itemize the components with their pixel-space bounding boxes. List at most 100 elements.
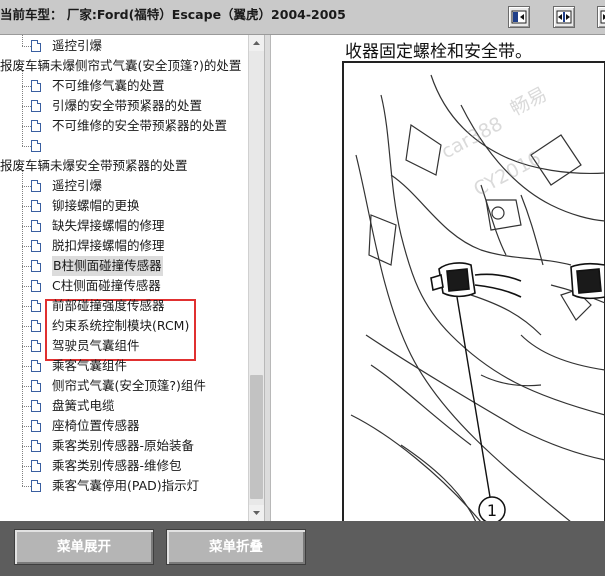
tree-item[interactable]: 遥控引爆: [0, 36, 248, 56]
tree-item[interactable]: 脱扣焊接螺帽的修理: [0, 236, 248, 256]
tree-item-label: 铆接螺帽的更换: [52, 198, 140, 213]
tree-connector: [22, 346, 31, 347]
collapse-menu-button[interactable]: 菜单折叠: [166, 529, 306, 565]
tree-connector: [22, 186, 31, 187]
tree-item[interactable]: [0, 136, 248, 156]
expand-right-icon: [600, 10, 605, 24]
tree-item[interactable]: 不可维修气囊的处置: [0, 76, 248, 96]
tree-item[interactable]: 不可维修的安全带预紧器的处置: [0, 116, 248, 136]
document-icon: [31, 400, 41, 412]
tree-item[interactable]: 盘簧式电缆: [0, 396, 248, 416]
tree-item[interactable]: B柱侧面碰撞传感器: [0, 256, 248, 276]
document-icon: [31, 220, 41, 232]
tree-item[interactable]: 乘客类别传感器-原始装备: [0, 436, 248, 456]
tree-item[interactable]: 铆接螺帽的更换: [0, 196, 248, 216]
split-view-icon: [556, 10, 572, 24]
tree-connector: [22, 146, 31, 147]
document-icon: [31, 140, 41, 152]
vehicle-title: 当前车型： 厂家:Ford(福特）Escape（翼虎）2004-2005: [0, 7, 346, 22]
tree-item[interactable]: 乘客气囊停用(PAD)指示灯: [0, 476, 248, 496]
document-icon: [31, 320, 41, 332]
document-icon: [31, 80, 41, 92]
tree-item[interactable]: 报废车辆未爆侧帘式气囊(安全顶篷?)的处置: [0, 56, 241, 76]
tree-connector: [22, 326, 31, 327]
diagram-pane: 收器固定螺栓和安全带。 1 畅易 car388 CY2016: [271, 35, 605, 521]
document-icon: [31, 40, 41, 52]
document-icon: [31, 420, 41, 432]
tree-connector: [22, 46, 31, 47]
tree-item[interactable]: 乘客类别传感器-维修包: [0, 456, 248, 476]
tree-item[interactable]: C柱侧面碰撞传感器: [0, 276, 248, 296]
tree-item-label: 遥控引爆: [52, 38, 103, 53]
tree-item-label: 缺失焊接螺帽的修理: [52, 218, 165, 233]
tree-connector: [22, 106, 31, 107]
tree-item-label: 不可维修的安全带预紧器的处置: [52, 118, 228, 133]
expand-right-button[interactable]: [597, 6, 605, 28]
tree-item[interactable]: 侧帘式气囊(安全顶篷?)组件: [0, 376, 248, 396]
tree-item[interactable]: 座椅位置传感器: [0, 416, 248, 436]
tree-connector: [22, 86, 31, 87]
scroll-down-button[interactable]: [249, 505, 264, 521]
tree-item[interactable]: 遥控引爆: [0, 176, 248, 196]
tree-connector: [22, 486, 31, 487]
tree-scrollbar[interactable]: [248, 35, 264, 521]
sensor-diagram: 1: [342, 61, 605, 521]
tree-item-label: 乘客类别传感器-维修包: [52, 458, 182, 473]
document-icon: [31, 240, 41, 252]
document-icon: [31, 120, 41, 132]
scrollbar-thumb[interactable]: [250, 375, 263, 499]
document-icon: [31, 200, 41, 212]
tree-item[interactable]: 前部碰撞强度传感器: [0, 296, 248, 316]
tree-connector: [22, 446, 31, 447]
scroll-up-button[interactable]: [249, 35, 264, 51]
document-icon: [31, 260, 41, 272]
tree-connector: [22, 366, 31, 367]
document-icon: [31, 460, 41, 472]
tree-connector: [22, 226, 31, 227]
tree-connector: [22, 246, 31, 247]
tree-connector: [22, 286, 31, 287]
tree-item[interactable]: 约束系统控制模块(RCM): [0, 316, 248, 336]
collapse-left-button[interactable]: [508, 6, 530, 28]
tree-item-label: 引爆的安全带预紧器的处置: [52, 98, 203, 113]
tree-item-label: 座椅位置传感器: [52, 418, 140, 433]
split-view-button[interactable]: [553, 6, 575, 28]
tree-connector: [22, 406, 31, 407]
tree-connector: [22, 466, 31, 467]
document-icon: [31, 100, 41, 112]
document-icon: [31, 380, 41, 392]
tree-item-label: 驾驶员气囊组件: [52, 338, 140, 353]
tree-item[interactable]: 报废车辆未爆安全带预紧器的处置: [0, 156, 188, 176]
document-icon: [31, 360, 41, 372]
tree-folder-label: 报废车辆未爆侧帘式气囊(安全顶篷?)的处置: [0, 58, 242, 73]
tree-item-label: C柱侧面碰撞传感器: [52, 278, 161, 293]
tree-item-label: 约束系统控制模块(RCM): [52, 318, 190, 333]
tree-item-label: B柱侧面碰撞传感器: [52, 256, 163, 276]
tree-item[interactable]: 乘客气囊组件: [0, 356, 248, 376]
callout-number: 1: [487, 501, 497, 520]
expand-menu-button[interactable]: 菜单展开: [14, 529, 154, 565]
chevron-down-icon: [253, 511, 260, 515]
navigation-tree[interactable]: 遥控引爆 报废车辆未爆侧帘式气囊(安全顶篷?)的处置 不可维修气囊的处置 引爆的安全带…: [0, 35, 262, 521]
tree-item[interactable]: 引爆的安全带预紧器的处置: [0, 96, 248, 116]
tree-item-label: 乘客气囊停用(PAD)指示灯: [52, 478, 200, 493]
tree-item[interactable]: 缺失焊接螺帽的修理: [0, 216, 248, 236]
tree-connector: [22, 306, 31, 307]
tree-item[interactable]: 驾驶员气囊组件: [0, 336, 248, 356]
collapse-left-icon: [511, 10, 527, 24]
pane-splitter[interactable]: [264, 35, 271, 521]
document-icon: [31, 180, 41, 192]
document-icon: [31, 340, 41, 352]
tree-item-label: 前部碰撞强度传感器: [52, 298, 165, 313]
footer-bar: 菜单展开 菜单折叠: [0, 521, 605, 576]
tree-item-label: 盘簧式电缆: [52, 398, 115, 413]
tree-connector: [22, 126, 31, 127]
document-icon: [31, 280, 41, 292]
tree-item-label: 遥控引爆: [52, 178, 103, 193]
tree-connector: [22, 426, 31, 427]
tree-connector: [22, 266, 31, 267]
header-bar: 当前车型： 厂家:Ford(福特）Escape（翼虎）2004-2005: [0, 0, 605, 35]
tree-connector: [22, 206, 31, 207]
tree-item-label: 脱扣焊接螺帽的修理: [52, 238, 165, 253]
tree-item-label: 侧帘式气囊(安全顶篷?)组件: [52, 378, 206, 393]
